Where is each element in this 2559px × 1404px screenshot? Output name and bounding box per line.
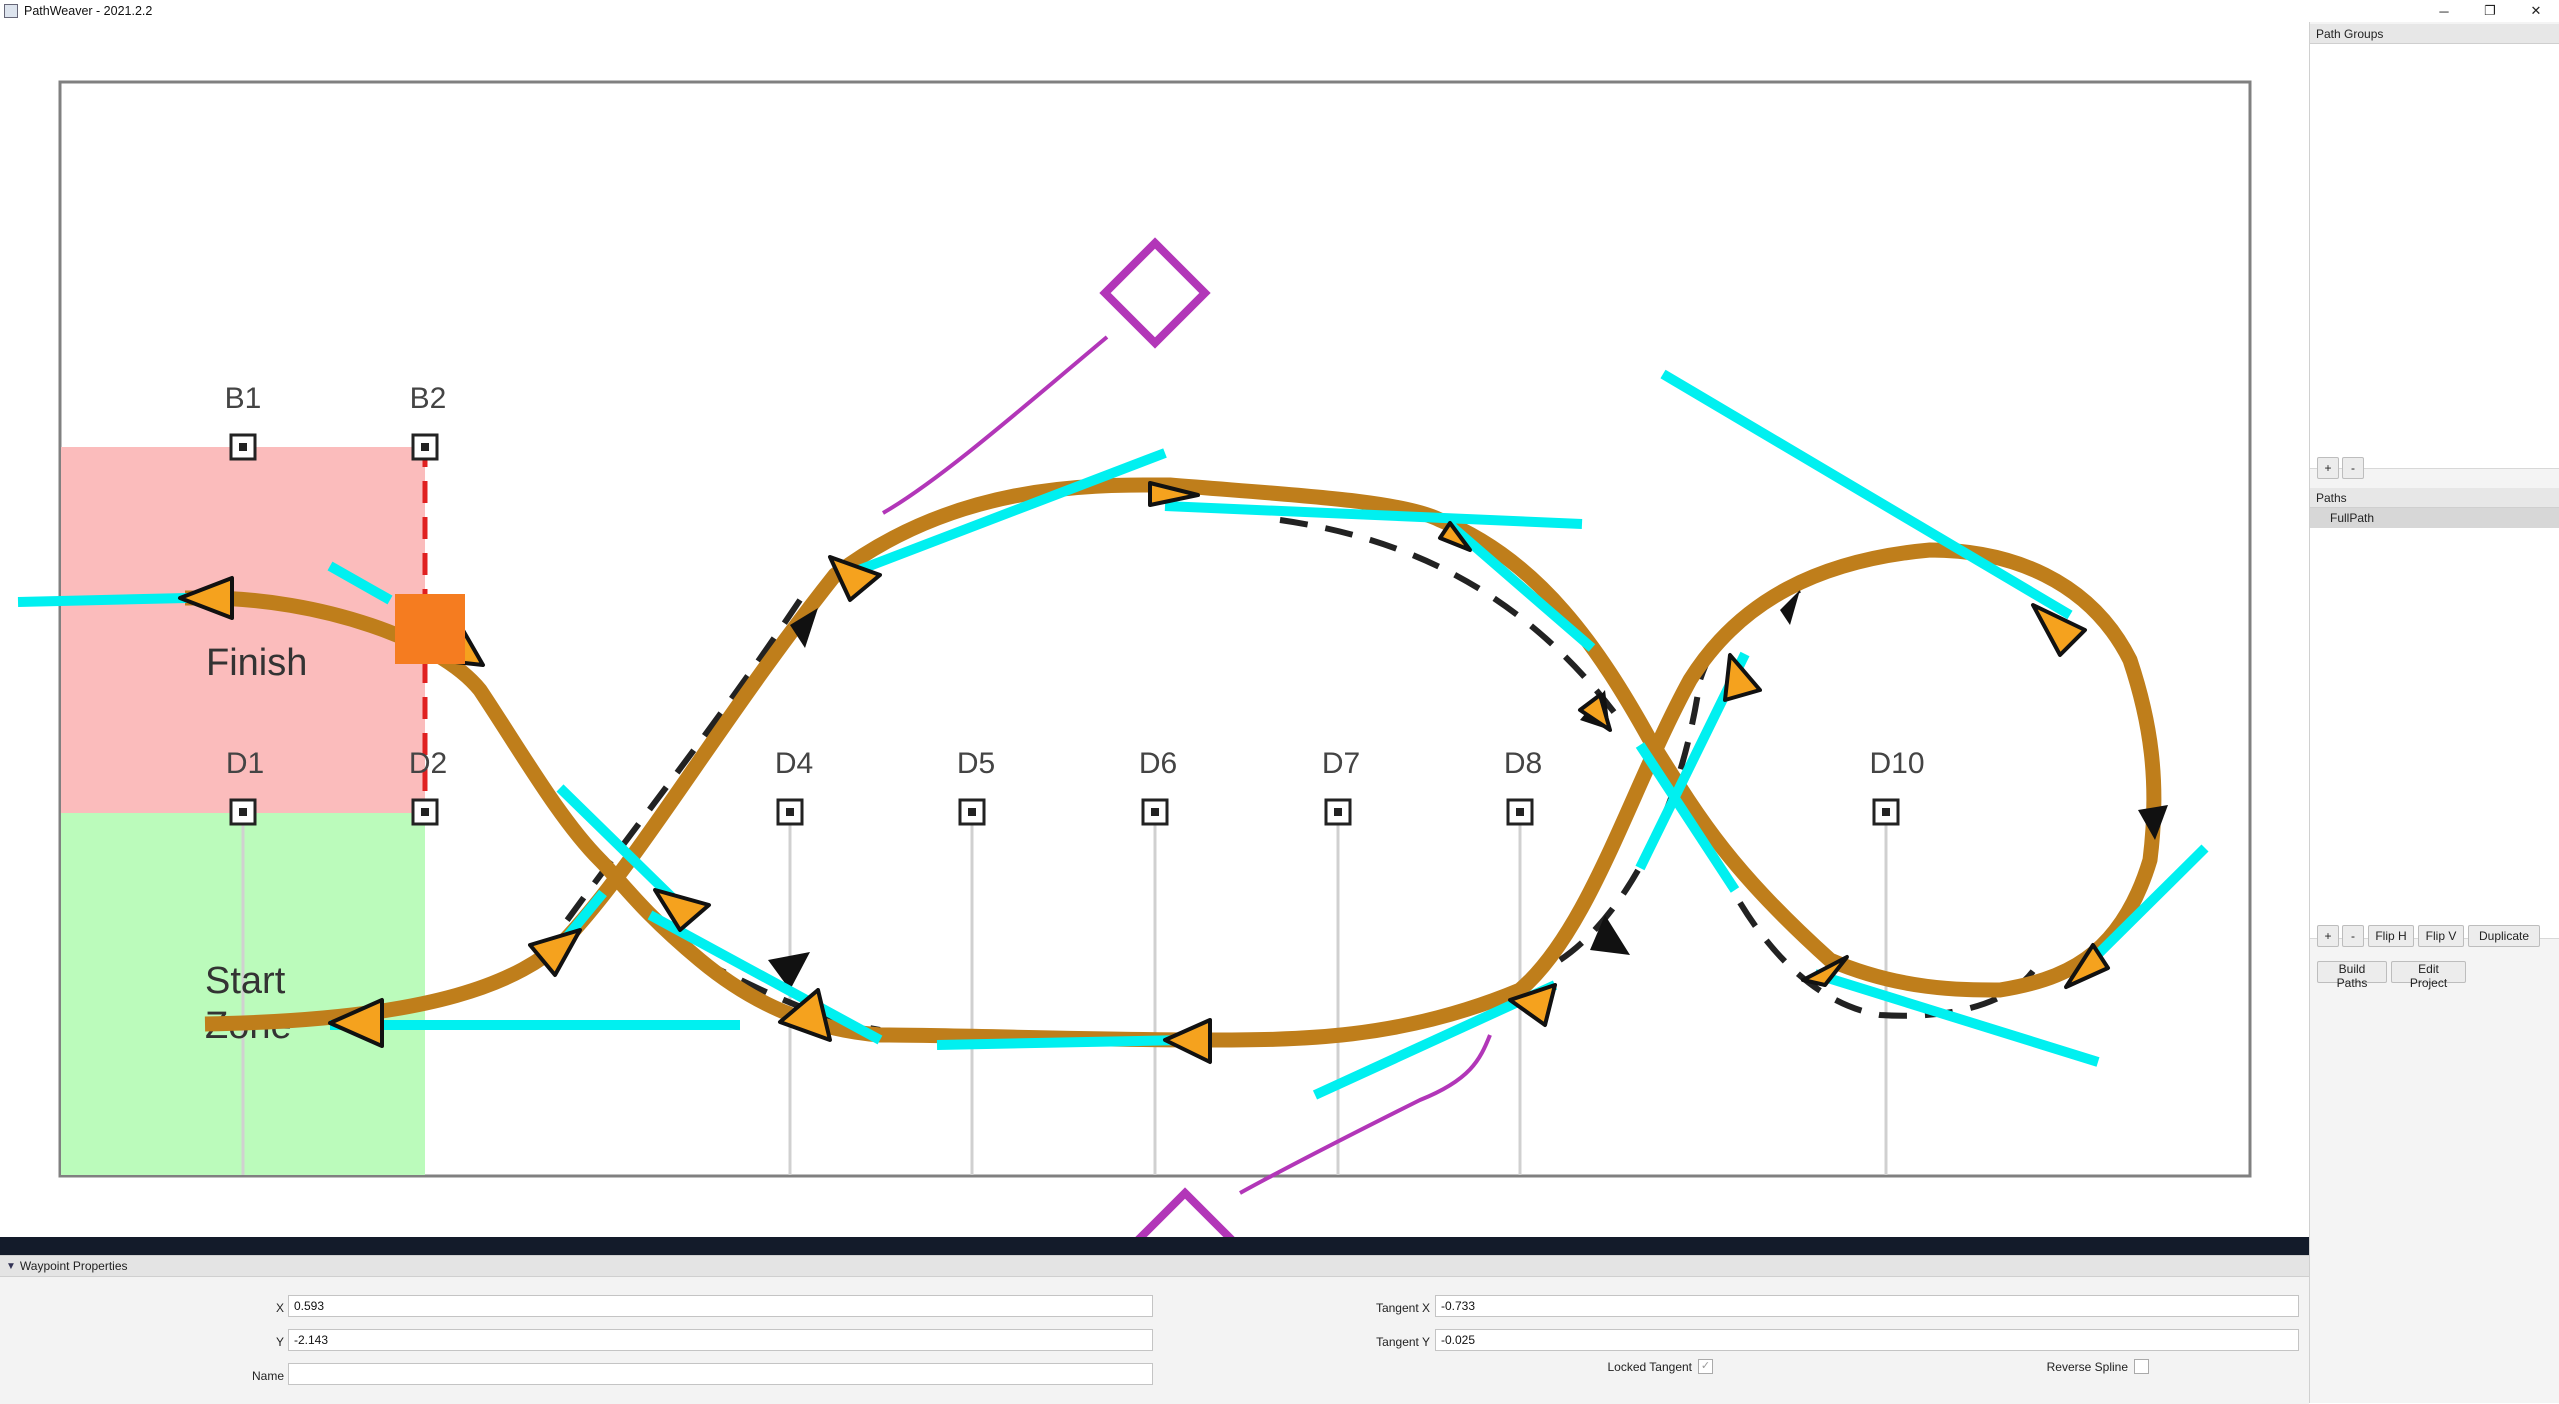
paths-list[interactable]: FullPath <box>2310 508 2559 939</box>
duplicate-button[interactable]: Duplicate <box>2468 925 2540 947</box>
tangent-x-label: Tangent X <box>1375 1301 1430 1315</box>
app-icon <box>4 4 18 18</box>
add-path-group-button[interactable]: + <box>2317 457 2339 479</box>
close-button[interactable]: ✕ <box>2513 0 2559 22</box>
selected-waypoint[interactable] <box>395 594 465 664</box>
marker-d6 <box>1141 798 1169 826</box>
marker-label-d8: D8 <box>1504 747 1542 780</box>
marker-label-b1: B1 <box>225 382 262 415</box>
waypoint-properties-header[interactable]: ▼ Waypoint Properties <box>0 1256 2309 1277</box>
waypoint-properties-title: Waypoint Properties <box>19 1259 128 1273</box>
x-field[interactable] <box>288 1295 1153 1317</box>
marker-d4 <box>776 798 804 826</box>
marker-label-d7: D7 <box>1322 747 1360 780</box>
build-paths-button[interactable]: Build Paths <box>2317 961 2387 990</box>
window-title: PathWeaver - 2021.2.2 <box>24 4 153 18</box>
y-label: Y <box>275 1335 284 1349</box>
start-zone-label-line1: Start <box>205 960 286 1002</box>
x-label: X <box>275 1301 284 1315</box>
marker-label-d10: D10 <box>1869 747 1924 780</box>
handle-diamond-bottom[interactable] <box>1135 1187 1235 1237</box>
path-item-fullpath[interactable]: FullPath <box>2310 508 2559 528</box>
add-path-button[interactable]: + <box>2317 925 2339 947</box>
minimize-button[interactable]: ─ <box>2421 0 2467 22</box>
tangent-y-label: Tangent Y <box>1376 1335 1430 1349</box>
name-label: Name <box>251 1369 284 1383</box>
tangent-y-field[interactable] <box>1435 1329 2299 1351</box>
marker-label-d2: D2 <box>409 747 447 780</box>
waypoint-properties-panel: ▼ Waypoint Properties X Y Name Tangent X… <box>0 1255 2309 1404</box>
flip-h-button[interactable]: Flip H <box>2368 925 2414 947</box>
remove-path-button[interactable]: - <box>2342 925 2364 947</box>
marker-label-d6: D6 <box>1139 747 1177 780</box>
window-controls: ─ ❐ ✕ <box>2421 0 2559 22</box>
path-groups-list[interactable] <box>2310 44 2559 469</box>
y-field[interactable] <box>288 1329 1153 1351</box>
tangent-x-field[interactable] <box>1435 1295 2299 1317</box>
marker-d8 <box>1506 798 1534 826</box>
marker-label-b2: B2 <box>410 382 447 415</box>
marker-b2 <box>411 433 439 461</box>
flip-v-button[interactable]: Flip V <box>2418 925 2464 947</box>
marker-d1 <box>229 798 257 826</box>
marker-b1 <box>229 433 257 461</box>
marker-d10 <box>1872 798 1900 826</box>
reverse-spline-checkbox[interactable] <box>2134 1359 2149 1374</box>
edit-project-button[interactable]: Edit Project <box>2391 961 2466 990</box>
name-field[interactable] <box>288 1363 1153 1385</box>
locked-tangent-label: Locked Tangent <box>1607 1360 1692 1374</box>
marker-label-d4: D4 <box>775 747 813 780</box>
divider-strip <box>0 1237 2309 1255</box>
remove-path-group-button[interactable]: - <box>2342 457 2364 479</box>
field-svg[interactable]: Finish Start Zone B1 B2 D1 D2 D4 D5 D6 D… <box>0 22 2309 1237</box>
path-groups-header: Path Groups <box>2310 24 2559 44</box>
right-sidebar: Path Groups + - Paths FullPath + - Flip … <box>2309 22 2559 1403</box>
marker-d7 <box>1324 798 1352 826</box>
finish-label: Finish <box>206 642 307 684</box>
field-canvas[interactable]: Finish Start Zone B1 B2 D1 D2 D4 D5 D6 D… <box>0 22 2309 1237</box>
marker-label-d5: D5 <box>957 747 995 780</box>
reverse-spline-label: Reverse Spline <box>2046 1360 2128 1374</box>
collapse-caret-icon[interactable]: ▼ <box>6 1261 16 1272</box>
marker-label-d1: D1 <box>226 747 264 780</box>
paths-header: Paths <box>2310 488 2559 508</box>
marker-d2 <box>411 798 439 826</box>
title-bar: PathWeaver - 2021.2.2 ─ ❐ ✕ <box>0 0 2559 22</box>
locked-tangent-checkbox[interactable]: ✓ <box>1698 1359 1713 1374</box>
restore-button[interactable]: ❐ <box>2467 0 2513 22</box>
marker-d5 <box>958 798 986 826</box>
